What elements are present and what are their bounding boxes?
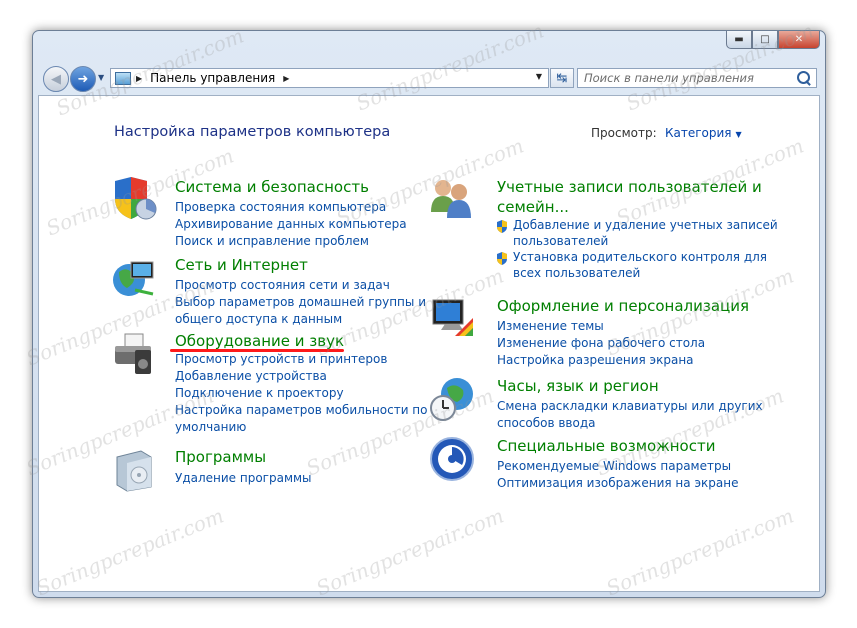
link-troubleshoot[interactable]: Поиск и исправление проблем <box>175 234 369 248</box>
search-box <box>577 68 817 88</box>
view-by-label: Просмотр: <box>591 126 657 140</box>
back-button[interactable]: ◀ <box>43 66 69 92</box>
address-bar[interactable]: ▶ Панель управления ▶ ▼ <box>110 68 549 88</box>
view-by-value[interactable]: Категория <box>665 126 732 140</box>
breadcrumb-arrow-icon[interactable]: ▶ <box>283 74 289 83</box>
breadcrumb-arrow-icon[interactable]: ▶ <box>136 74 142 83</box>
title-buttons: ▬ □ ✕ <box>726 31 820 49</box>
category-title[interactable]: Система и безопасность <box>175 178 369 196</box>
link-keyboard-layout-cont[interactable]: способов ввода <box>497 416 596 430</box>
link-parental-controls[interactable]: Установка родительского контроля для <box>513 250 767 264</box>
recent-pages-chevron-icon[interactable]: ▼ <box>98 73 104 82</box>
uac-shield-icon <box>497 220 507 233</box>
category-title[interactable]: Специальные возможности <box>497 437 715 455</box>
link-mobility[interactable]: Настройка параметров мобильности по <box>175 403 428 417</box>
clock-globe-icon[interactable] <box>429 376 475 422</box>
link-network-status[interactable]: Просмотр состояния сети и задач <box>175 278 390 292</box>
refresh-icon: ↹ <box>556 70 568 86</box>
category-title[interactable]: Программы <box>175 448 266 466</box>
link-add-remove-accounts[interactable]: Добавление и удаление учетных записей <box>513 218 778 232</box>
link-homegroup-cont[interactable]: общего доступа к данным <box>175 312 342 326</box>
uac-shield-icon <box>497 252 507 265</box>
arrow-left-icon: ◀ <box>51 71 61 87</box>
category-title[interactable]: Часы, язык и регион <box>497 377 659 395</box>
category-title[interactable]: Учетные записи пользователей и <box>497 178 762 196</box>
link-screen-resolution[interactable]: Настройка разрешения экрана <box>497 353 694 367</box>
maximize-button[interactable]: □ <box>752 31 778 49</box>
monitor-palette-icon[interactable] <box>429 296 475 342</box>
link-add-remove-accounts-cont[interactable]: пользователей <box>513 234 608 248</box>
link-devices-printers[interactable]: Просмотр устройств и принтеров <box>175 352 387 366</box>
network-globe-icon[interactable] <box>111 254 157 300</box>
chevron-down-icon: ▼ <box>735 130 742 139</box>
refresh-button[interactable]: ↹ <box>550 68 574 88</box>
programs-box-icon[interactable] <box>111 447 157 493</box>
link-uninstall[interactable]: Удаление программы <box>175 471 312 485</box>
category-title[interactable]: Оборудование и звук <box>175 332 344 350</box>
shield-icon[interactable] <box>111 175 157 221</box>
link-mobility-cont[interactable]: умолчанию <box>175 420 246 434</box>
view-by-dropdown[interactable]: Категория ▼ <box>665 126 742 140</box>
printer-icon[interactable] <box>111 332 157 378</box>
link-parental-controls-cont[interactable]: всех пользователей <box>513 266 640 280</box>
category-title[interactable]: Оформление и персонализация <box>497 297 749 315</box>
forward-button[interactable]: ➜ <box>70 66 96 92</box>
breadcrumb-control-panel[interactable]: Панель управления <box>150 71 275 85</box>
control-panel-window: ▬ □ ✕ ◀ ➜ ▼ ▶ Панель управления ▶ ▼ ↹ На… <box>32 30 826 598</box>
navigation-bar: ◀ ➜ ▼ ▶ Панель управления ▶ ▼ ↹ <box>41 64 817 92</box>
minimize-button[interactable]: ▬ <box>726 31 752 49</box>
address-dropdown-chevron-icon[interactable]: ▼ <box>536 72 542 81</box>
page-title: Настройка параметров компьютера <box>114 124 391 140</box>
control-panel-icon <box>115 71 131 85</box>
accessibility-icon[interactable] <box>429 436 475 482</box>
link-optimize-display[interactable]: Оптимизация изображения на экране <box>497 476 738 490</box>
search-icon[interactable] <box>797 71 810 84</box>
search-input[interactable] <box>584 70 789 86</box>
link-backup[interactable]: Архивирование данных компьютера <box>175 217 407 231</box>
link-check-status[interactable]: Проверка состояния компьютера <box>175 200 386 214</box>
link-homegroup[interactable]: Выбор параметров домашней группы и <box>175 295 426 309</box>
close-button[interactable]: ✕ <box>778 31 820 49</box>
link-change-theme[interactable]: Изменение темы <box>497 319 604 333</box>
category-title[interactable]: Сеть и Интернет <box>175 256 308 274</box>
link-add-device[interactable]: Добавление устройства <box>175 369 327 383</box>
arrow-right-icon: ➜ <box>77 71 89 87</box>
highlight-underline <box>170 349 344 352</box>
users-icon[interactable] <box>429 174 475 220</box>
link-projector[interactable]: Подключение к проектору <box>175 386 344 400</box>
link-change-background[interactable]: Изменение фона рабочего стола <box>497 336 705 350</box>
content-area: Настройка параметров компьютера Просмотр… <box>38 95 820 592</box>
category-title-cont[interactable]: семейн... <box>497 198 569 216</box>
link-keyboard-layout[interactable]: Смена раскладки клавиатуры или других <box>497 399 763 413</box>
link-recommended-settings[interactable]: Рекомендуемые Windows параметры <box>497 459 731 473</box>
